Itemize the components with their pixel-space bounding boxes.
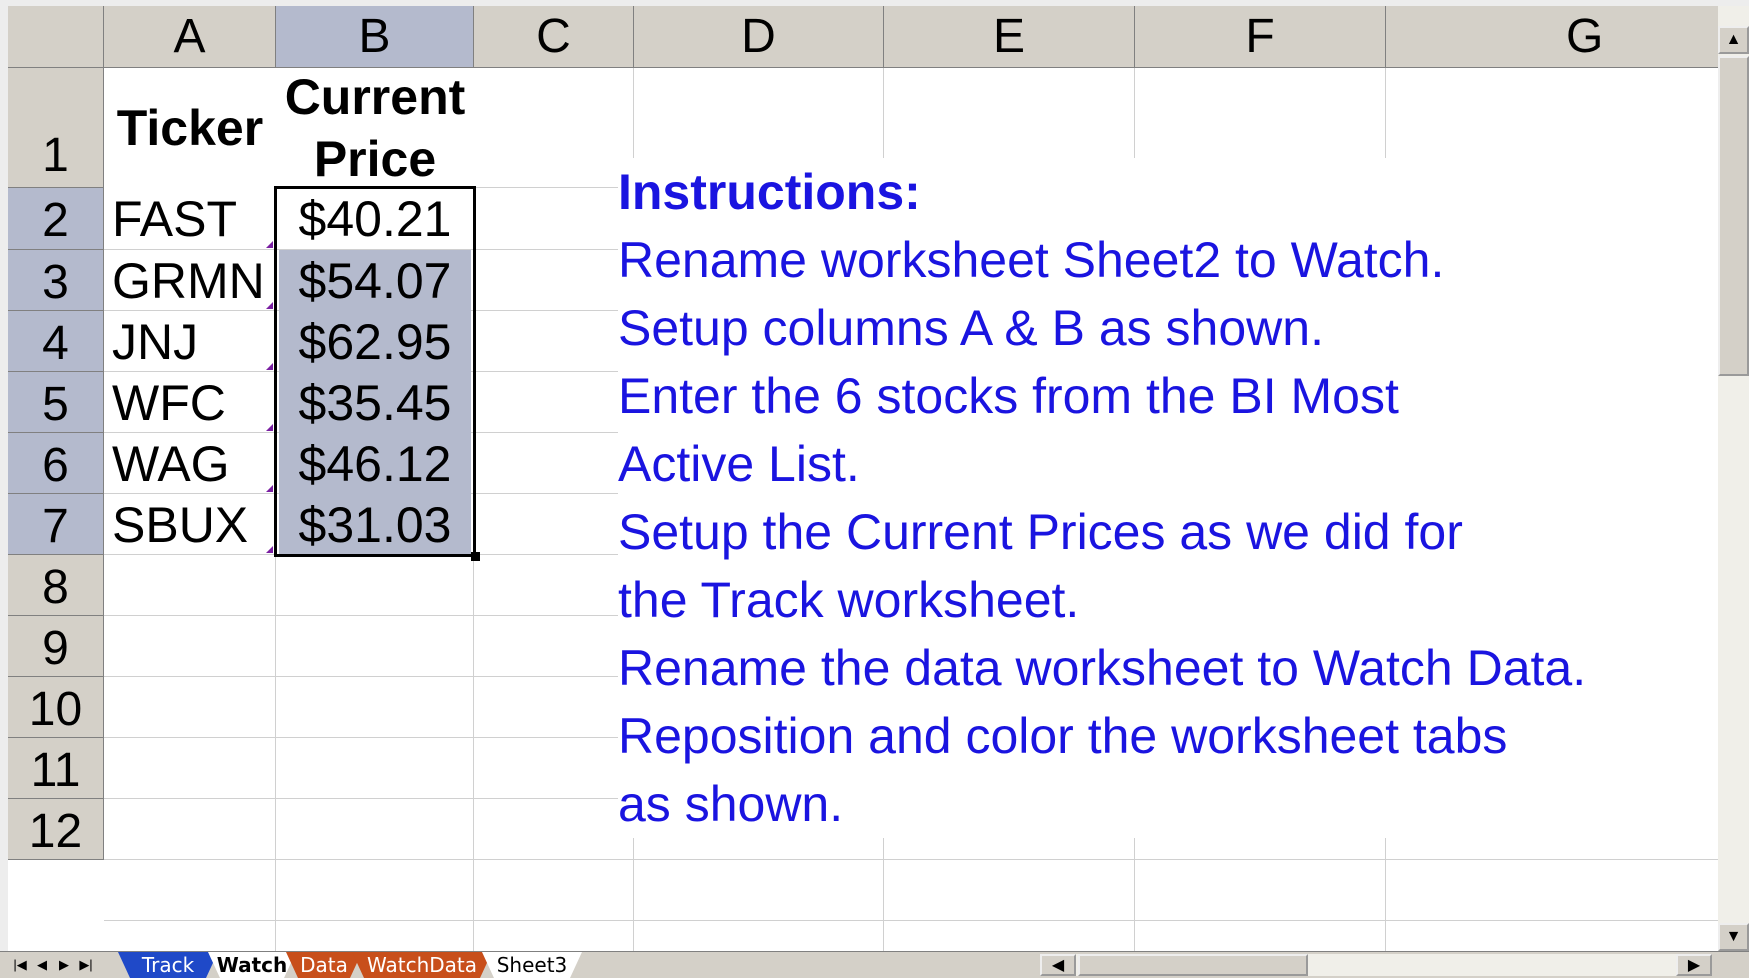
sheet-tab-watch[interactable]: Watch [208, 952, 296, 978]
column-header-f[interactable]: F [1135, 6, 1386, 68]
price-cell[interactable]: $31.03 [279, 494, 471, 555]
worksheet-grid[interactable]: A B C D E F G 1 2 3 4 5 6 7 8 9 10 11 12 Ticker Current Price… [8, 6, 1718, 951]
prev-sheet-icon[interactable]: ◀ [32, 954, 52, 976]
ticker-header-label: Ticker [116, 100, 264, 156]
vertical-scroll-thumb[interactable] [1718, 56, 1749, 376]
row-header-9[interactable]: 9 [8, 616, 104, 677]
ticker-cell[interactable]: WFC [104, 372, 276, 433]
comment-indicator-icon [266, 424, 273, 431]
first-sheet-icon[interactable]: |◀ [10, 954, 30, 976]
next-sheet-icon[interactable]: ▶ [54, 954, 74, 976]
cell-b1-price-header[interactable]: Current Price [276, 68, 474, 188]
row-header-8[interactable]: 8 [8, 555, 104, 616]
row-header-12[interactable]: 12 [8, 799, 104, 860]
instruction-line: Rename the data worksheet to Watch Data. [618, 640, 1587, 696]
instruction-line: the Track worksheet. [618, 572, 1080, 628]
sheet-tab-data[interactable]: Data [286, 952, 362, 978]
price-cell[interactable]: $62.95 [279, 311, 471, 372]
price-cell[interactable]: $35.45 [279, 372, 471, 433]
ticker-cell[interactable]: FAST [104, 188, 276, 250]
fill-handle[interactable] [471, 552, 480, 561]
sheet-tab-track[interactable]: Track [118, 952, 218, 978]
ticker-cell[interactable]: WAG [104, 433, 276, 494]
gridline [104, 920, 1718, 921]
cell-a1-ticker-header[interactable]: Ticker [104, 68, 276, 188]
scroll-up-button[interactable]: ▲ [1718, 26, 1749, 54]
column-header-e[interactable]: E [884, 6, 1135, 68]
row-header-11[interactable]: 11 [8, 738, 104, 799]
horizontal-scrollbar[interactable]: ◀ ▶ [1040, 954, 1712, 976]
instruction-line: Setup the Current Prices as we did for [618, 504, 1463, 560]
scroll-down-button[interactable]: ▼ [1718, 923, 1749, 951]
instruction-line: Enter the 6 stocks from the BI Most [618, 368, 1399, 424]
comment-indicator-icon [266, 241, 273, 248]
comment-indicator-icon [266, 363, 273, 370]
instruction-line: Rename worksheet Sheet2 to Watch. [618, 232, 1445, 288]
sheet-tab-bar: |◀ ◀ ▶ ▶| Track Watch Data WatchData Sheet3 ◀ ▶ [0, 951, 1749, 978]
price-header-line1: Current [284, 69, 466, 125]
vertical-scrollbar[interactable]: ▲ ▼ [1718, 6, 1749, 951]
horizontal-scroll-thumb[interactable] [1078, 954, 1308, 976]
column-header-d[interactable]: D [634, 6, 884, 68]
last-sheet-icon[interactable]: ▶| [76, 954, 96, 976]
price-header-line2: Price [313, 131, 437, 187]
comment-indicator-icon [266, 302, 273, 309]
price-cell[interactable]: $46.12 [279, 433, 471, 494]
sheet-tab-watchdata[interactable]: WatchData [352, 952, 492, 978]
comment-indicator-icon [266, 485, 273, 492]
column-header-c[interactable]: C [474, 6, 634, 68]
row-header-2[interactable]: 2 [8, 188, 104, 250]
row-header-4[interactable]: 4 [8, 311, 104, 372]
row-header-3[interactable]: 3 [8, 250, 104, 311]
row-header-5[interactable]: 5 [8, 372, 104, 433]
column-header-b[interactable]: B [276, 6, 474, 68]
instruction-line: Reposition and color the worksheet tabs [618, 708, 1508, 764]
row-header-10[interactable]: 10 [8, 677, 104, 738]
column-header-a[interactable]: A [104, 6, 276, 68]
price-cell[interactable]: $54.07 [279, 250, 471, 311]
sheet-tab-sheet3[interactable]: Sheet3 [482, 952, 582, 978]
select-all-corner[interactable] [8, 6, 104, 68]
instructions-text-box: Instructions: Rename worksheet Sheet2 to … [618, 158, 1718, 838]
scroll-left-button[interactable]: ◀ [1040, 954, 1076, 976]
instruction-line: Setup columns A & B as shown. [618, 300, 1324, 356]
ticker-cell[interactable]: SBUX [104, 494, 276, 555]
instruction-line: as shown. [618, 776, 844, 832]
gridline [104, 859, 1718, 860]
instructions-title: Instructions: [618, 164, 921, 220]
row-header-1[interactable]: 1 [8, 68, 104, 188]
row-header-7[interactable]: 7 [8, 494, 104, 555]
row-header-6[interactable]: 6 [8, 433, 104, 494]
comment-indicator-icon [266, 546, 273, 553]
price-cell[interactable]: $40.21 [279, 188, 471, 250]
instruction-line: Active List. [618, 436, 860, 492]
gridline [473, 68, 474, 951]
ticker-cell[interactable]: GRMN [104, 250, 276, 311]
scroll-right-button[interactable]: ▶ [1676, 954, 1712, 976]
ticker-cell[interactable]: JNJ [104, 311, 276, 372]
column-header-g[interactable]: G [1386, 6, 1718, 68]
